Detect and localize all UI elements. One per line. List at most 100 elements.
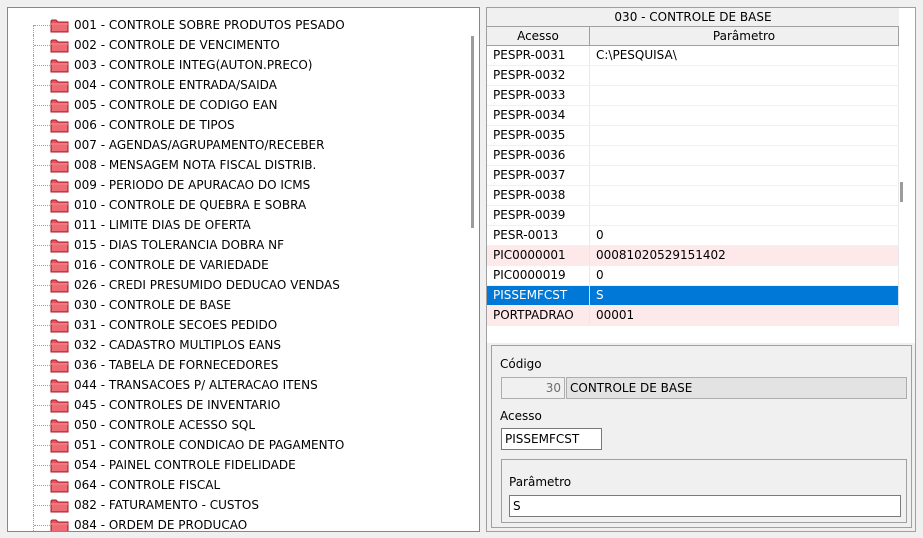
cell-parametro[interactable]: S: [590, 286, 899, 305]
tree-item[interactable]: 030 - CONTROLE DE BASE: [8, 295, 463, 315]
tree-item-label: 036 - TABELA DE FORNECEDORES: [74, 358, 279, 372]
grid-row[interactable]: PESPR-0035: [487, 126, 899, 146]
grid-row[interactable]: PESR-0013 0: [487, 226, 899, 246]
cell-parametro[interactable]: 0: [590, 266, 899, 285]
cell-parametro[interactable]: [590, 86, 899, 105]
cell-acesso[interactable]: PESPR-0039: [487, 206, 590, 225]
tree-item[interactable]: 009 - PERIODO DE APURACAO DO ICMS: [8, 175, 463, 195]
tree-item[interactable]: 026 - CREDI PRESUMIDO DEDUCAO VENDAS: [8, 275, 463, 295]
tree-item[interactable]: 031 - CONTROLE SECOES PEDIDO: [8, 315, 463, 335]
grid-row[interactable]: PIC0000019 0: [487, 266, 899, 286]
tree-item[interactable]: 051 - CONTROLE CONDICAO DE PAGAMENTO: [8, 435, 463, 455]
tree-item-label: 031 - CONTROLE SECOES PEDIDO: [74, 318, 278, 332]
tree-item[interactable]: 011 - LIMITE DIAS DE OFERTA: [8, 215, 463, 235]
tree-item[interactable]: 032 - CADASTRO MULTIPLOS EANS: [8, 335, 463, 355]
tree-item[interactable]: 045 - CONTROLES DE INVENTARIO: [8, 395, 463, 415]
tree-item[interactable]: 010 - CONTROLE DE QUEBRA E SOBRA: [8, 195, 463, 215]
tree-item-label: 044 - TRANSACOES P/ ALTERACAO ITENS: [74, 378, 318, 392]
grid-row[interactable]: PORTPADRAO 00001: [487, 306, 899, 326]
tree-item[interactable]: 003 - CONTROLE INTEG(AUTON.PRECO): [8, 55, 463, 75]
acesso-field[interactable]: PISSEMFCST: [501, 428, 602, 450]
folder-icon: [50, 298, 69, 313]
cell-parametro[interactable]: [590, 126, 899, 145]
tree-connector-branch: [34, 365, 50, 366]
tree-item[interactable]: 004 - CONTROLE ENTRADA/SAIDA: [8, 75, 463, 95]
folder-icon: [50, 178, 69, 193]
tree-item[interactable]: 050 - CONTROLE ACESSO SQL: [8, 415, 463, 435]
tree-item[interactable]: 082 - FATURAMENTO - CUSTOS: [8, 495, 463, 515]
cell-acesso[interactable]: PIC0000019: [487, 266, 590, 285]
grid-row[interactable]: PESPR-0034: [487, 106, 899, 126]
acesso-label: Acesso: [500, 409, 542, 423]
tree-item-label: 009 - PERIODO DE APURACAO DO ICMS: [74, 178, 311, 192]
cell-parametro[interactable]: 00081020529151402: [590, 246, 899, 265]
parameters-grid[interactable]: 030 - CONTROLE DE BASE Acesso Parâmetro …: [487, 8, 915, 343]
tree-view[interactable]: 001 - CONTROLE SOBRE PRODUTOS PESADO 002 …: [7, 7, 480, 532]
tree-item-label: 011 - LIMITE DIAS DE OFERTA: [74, 218, 251, 232]
grid-row[interactable]: PIC0000001 00081020529151402: [487, 246, 899, 266]
tree-item[interactable]: 054 - PAINEL CONTROLE FIDELIDADE: [8, 455, 463, 475]
cell-acesso[interactable]: PESPR-0032: [487, 66, 590, 85]
cell-acesso[interactable]: PESPR-0037: [487, 166, 590, 185]
grid-row[interactable]: PESPR-0036: [487, 146, 899, 166]
tree-connector-branch: [34, 405, 50, 406]
tree-item[interactable]: 016 - CONTROLE DE VARIEDADE: [8, 255, 463, 275]
tree-item[interactable]: 007 - AGENDAS/AGRUPAMENTO/RECEBER: [8, 135, 463, 155]
tree-item-label: 054 - PAINEL CONTROLE FIDELIDADE: [74, 458, 296, 472]
parametro-field[interactable]: S: [509, 495, 901, 517]
tree-scrollbar-thumb[interactable]: [471, 36, 474, 228]
column-header-parametro[interactable]: Parâmetro: [590, 27, 899, 46]
cell-parametro[interactable]: [590, 206, 899, 225]
cell-acesso[interactable]: PESPR-0033: [487, 86, 590, 105]
grid-row[interactable]: PESPR-0038: [487, 186, 899, 206]
cell-parametro[interactable]: [590, 106, 899, 125]
cell-parametro[interactable]: [590, 186, 899, 205]
folder-icon: [50, 418, 69, 433]
cell-parametro[interactable]: [590, 146, 899, 165]
cell-parametro[interactable]: 0: [590, 226, 899, 245]
grid-row[interactable]: PESPR-0037: [487, 166, 899, 186]
tree-item-label: 032 - CADASTRO MULTIPLOS EANS: [74, 338, 282, 352]
tree-item[interactable]: 001 - CONTROLE SOBRE PRODUTOS PESADO: [8, 15, 463, 35]
tree-item[interactable]: 036 - TABELA DE FORNECEDORES: [8, 355, 463, 375]
grid-row[interactable]: PISSEMFCST S: [487, 286, 899, 306]
folder-icon: [50, 438, 69, 453]
tree-item[interactable]: 015 - DIAS TOLERANCIA DOBRA NF: [8, 235, 463, 255]
tree-item-label: 008 - MENSAGEM NOTA FISCAL DISTRIB.: [74, 158, 317, 172]
tree-item[interactable]: 044 - TRANSACOES P/ ALTERACAO ITENS: [8, 375, 463, 395]
tree-item[interactable]: 002 - CONTROLE DE VENCIMENTO: [8, 35, 463, 55]
cell-acesso[interactable]: PESR-0013: [487, 226, 590, 245]
codigo-label: Código: [500, 357, 542, 371]
tree-item[interactable]: 008 - MENSAGEM NOTA FISCAL DISTRIB.: [8, 155, 463, 175]
cell-acesso[interactable]: PESPR-0036: [487, 146, 590, 165]
tree-item-label: 030 - CONTROLE DE BASE: [74, 298, 232, 312]
tree-item[interactable]: 006 - CONTROLE DE TIPOS: [8, 115, 463, 135]
folder-icon: [50, 238, 69, 253]
cell-parametro[interactable]: 00001: [590, 306, 899, 325]
tree-item[interactable]: 005 - CONTROLE DE CODIGO EAN: [8, 95, 463, 115]
cell-acesso[interactable]: PIC0000001: [487, 246, 590, 265]
tree-item[interactable]: 084 - ORDEM DE PRODUCAO: [8, 515, 463, 531]
cell-parametro[interactable]: C:\PESQUISA\: [590, 46, 899, 65]
grid-row[interactable]: PESPR-0039: [487, 206, 899, 226]
cell-acesso[interactable]: PESPR-0031: [487, 46, 590, 65]
grid-row[interactable]: PESPR-0033: [487, 86, 899, 106]
grid-row[interactable]: PESPR-0032: [487, 66, 899, 86]
cell-parametro[interactable]: [590, 66, 899, 85]
column-header-acesso[interactable]: Acesso: [487, 27, 590, 46]
grid-scrollbar-thumb[interactable]: [900, 182, 903, 202]
cell-acesso[interactable]: PORTPADRAO: [487, 306, 590, 325]
parametro-group: Parâmetro S: [501, 459, 907, 523]
cell-acesso[interactable]: PISSEMFCST: [487, 286, 590, 305]
cell-parametro[interactable]: [590, 166, 899, 185]
cell-acesso[interactable]: PESPR-0038: [487, 186, 590, 205]
tree-connector-branch: [34, 265, 50, 266]
folder-icon: [50, 338, 69, 353]
tree-connector-line: [33, 515, 34, 531]
tree-connector-line: [33, 25, 34, 35]
tree-connector-branch: [34, 425, 50, 426]
cell-acesso[interactable]: PESPR-0035: [487, 126, 590, 145]
grid-row[interactable]: PESPR-0031 C:\PESQUISA\: [487, 46, 899, 66]
cell-acesso[interactable]: PESPR-0034: [487, 106, 590, 125]
tree-item[interactable]: 064 - CONTROLE FISCAL: [8, 475, 463, 495]
